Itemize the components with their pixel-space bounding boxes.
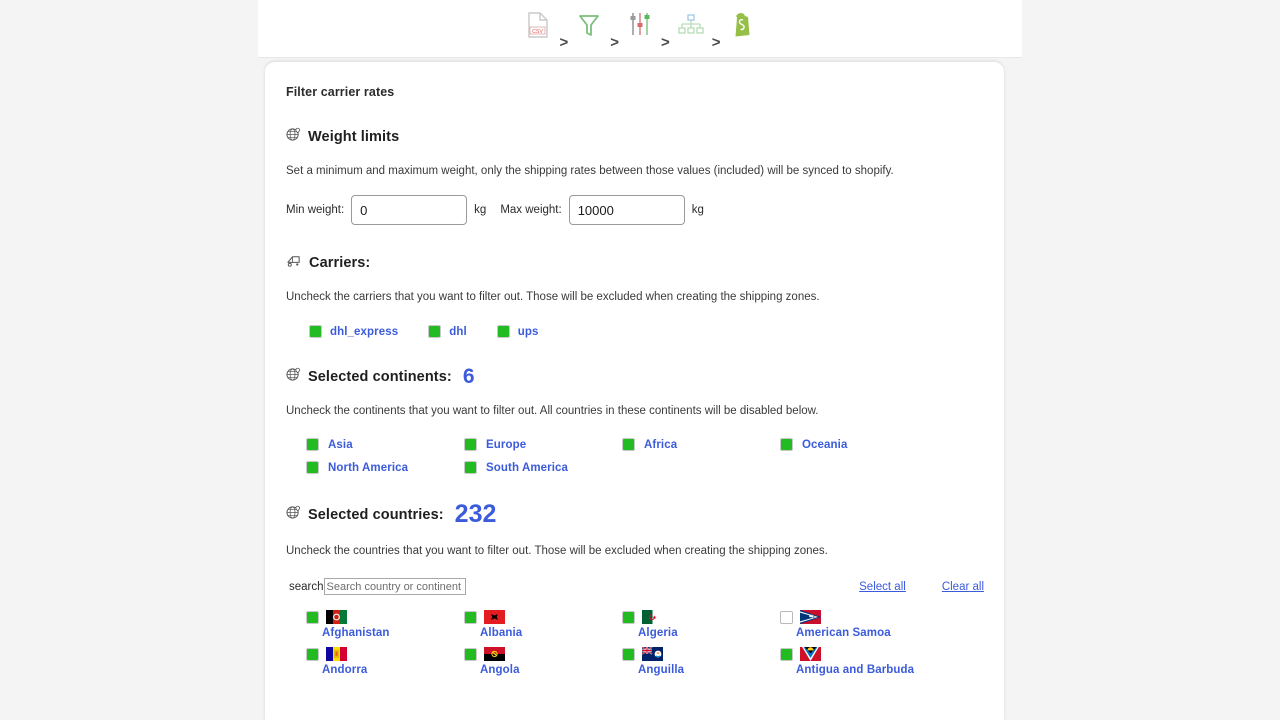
continent-label: South America	[486, 461, 569, 474]
continent-checkbox[interactable]	[306, 438, 319, 452]
country-cell[interactable]: American Samoa	[780, 610, 965, 639]
min-weight-unit: kg	[474, 204, 487, 217]
country-checkbox[interactable]	[464, 610, 477, 624]
app-root: CSV > > > > Filter carrier rates Weight …	[0, 0, 1280, 720]
country-label: American Samoa	[796, 627, 891, 640]
continent-label: Asia	[328, 438, 353, 451]
page-title: Filter carrier rates	[286, 85, 395, 99]
continent-item-africa[interactable]: Africa	[622, 438, 780, 452]
countries-count: 232	[454, 500, 497, 529]
continent-label: Africa	[644, 438, 678, 451]
weight-limits-heading: Weight limits	[308, 129, 400, 145]
continents-heading: Selected continents:	[308, 368, 452, 385]
country-cell[interactable]: Antigua and Barbuda	[780, 647, 965, 676]
flag-angola-icon	[484, 647, 505, 662]
flag-andorra-icon	[326, 647, 347, 662]
flag-antigua-and-barbuda-icon	[800, 647, 821, 662]
carriers-section: Carriers: Uncheck the carriers that you …	[286, 253, 984, 339]
carrier-item-ups[interactable]: ups	[496, 325, 539, 339]
country-checkbox[interactable]	[622, 647, 635, 661]
continents-description: Uncheck the continents that you want to …	[286, 405, 819, 418]
continent-label: Oceania	[802, 438, 848, 451]
continent-checkbox[interactable]	[306, 461, 319, 475]
countries-grid: Afghanistan Albania Algeria American Sam…	[286, 610, 984, 676]
continent-item-europe[interactable]: Europe	[464, 438, 622, 452]
wizard-step-toolbar: CSV > > > >	[258, 0, 1022, 58]
countries-description: Uncheck the countries that you want to f…	[286, 545, 828, 558]
carrier-checkbox[interactable]	[309, 325, 322, 339]
country-checkbox[interactable]	[306, 610, 319, 624]
flag-anguilla-icon	[642, 647, 663, 662]
carriers-list: dhl_express dhl ups	[286, 325, 984, 339]
wizard-steps: CSV > > > >	[521, 8, 759, 50]
continent-label: Europe	[486, 438, 527, 451]
continent-item-asia[interactable]: Asia	[306, 438, 464, 452]
continent-checkbox[interactable]	[464, 438, 477, 452]
continents-section: Selected continents: 6 Uncheck the conti…	[286, 365, 984, 475]
select-all-link[interactable]: Select all	[859, 581, 906, 593]
flag-algeria-icon	[642, 610, 663, 625]
weight-limits-description: Set a minimum and maximum weight, only t…	[286, 165, 894, 177]
carrier-label: dhl_express	[330, 325, 399, 338]
funnel-filter-icon[interactable]	[572, 8, 606, 42]
step-separator: >	[610, 34, 619, 51]
continent-checkbox[interactable]	[780, 438, 793, 452]
continent-checkbox[interactable]	[464, 461, 477, 475]
hierarchy-tree-icon[interactable]	[674, 8, 708, 42]
min-weight-input[interactable]	[351, 195, 468, 226]
svg-text:CSV: CSV	[533, 29, 544, 35]
filter-card: Filter carrier rates Weight limits Set a…	[265, 62, 1004, 720]
country-checkbox[interactable]	[622, 610, 635, 624]
max-weight-label: Max weight:	[500, 204, 562, 217]
step-separator: >	[661, 34, 670, 51]
continent-checkbox[interactable]	[622, 438, 635, 452]
country-label: Antigua and Barbuda	[796, 664, 915, 677]
step-separator: >	[711, 34, 721, 51]
truck-icon	[286, 253, 302, 273]
clear-all-link[interactable]: Clear all	[942, 581, 984, 593]
country-checkbox[interactable]	[464, 647, 477, 661]
globe-pin-icon	[286, 367, 301, 387]
flag-american-samoa-icon	[800, 610, 821, 625]
continents-grid: Asia Europe Africa Oceania North America…	[286, 438, 984, 475]
sliders-icon[interactable]	[623, 8, 657, 42]
shopify-bag-icon[interactable]	[725, 8, 759, 42]
country-checkbox[interactable]	[306, 647, 319, 661]
continent-item-oceania[interactable]: Oceania	[780, 438, 938, 452]
countries-section: Selected countries: 232 Uncheck the coun…	[286, 500, 984, 677]
carrier-checkbox[interactable]	[428, 325, 442, 339]
carrier-item-dhl-express[interactable]: dhl_express	[309, 325, 399, 339]
flag-albania-icon	[484, 610, 505, 625]
search-label: search	[289, 580, 324, 593]
carriers-heading: Carriers:	[309, 255, 371, 272]
csv-file-icon[interactable]: CSV	[521, 8, 555, 42]
country-search-row: search Select all Clear all	[286, 578, 984, 596]
continent-label: North America	[328, 461, 409, 474]
max-weight-unit: kg	[691, 204, 704, 217]
carrier-label: ups	[517, 325, 539, 338]
weight-limits-section: Weight limits Set a minimum and maximum …	[286, 127, 984, 226]
max-weight-input[interactable]	[568, 195, 685, 226]
flag-afghanistan-icon	[326, 610, 347, 625]
globe-pin-icon	[286, 505, 301, 525]
country-checkbox[interactable]	[780, 610, 793, 624]
min-weight-label: Min weight:	[286, 204, 345, 217]
continent-item-north-america[interactable]: North America	[306, 461, 464, 475]
carriers-description: Uncheck the carriers that you want to fi…	[286, 291, 820, 304]
globe-pin-icon	[286, 127, 301, 147]
countries-heading: Selected countries:	[308, 506, 444, 523]
country-search-input[interactable]	[323, 578, 466, 596]
carrier-label: dhl	[449, 325, 467, 338]
carrier-item-dhl[interactable]: dhl	[428, 325, 467, 339]
continents-count: 6	[462, 365, 475, 389]
step-separator: >	[559, 34, 569, 51]
country-checkbox[interactable]	[780, 647, 793, 661]
weight-inputs-row: Min weight: kg Max weight: kg	[286, 195, 984, 226]
carrier-checkbox[interactable]	[496, 325, 510, 339]
continent-item-south-america[interactable]: South America	[464, 461, 622, 475]
